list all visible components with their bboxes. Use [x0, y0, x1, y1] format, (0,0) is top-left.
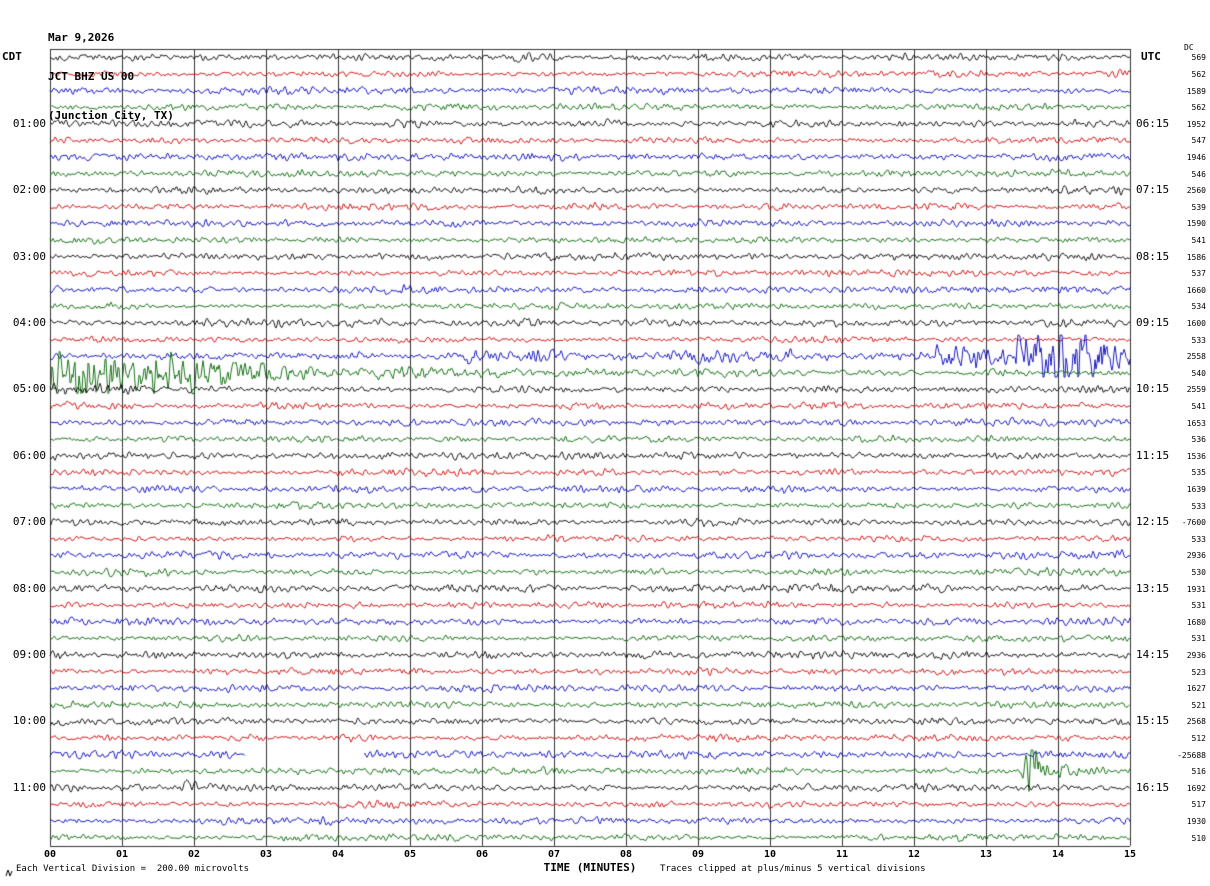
- x-tick-label: 08: [614, 849, 638, 861]
- cdt-time-label: 08:00: [0, 581, 46, 597]
- dc-offset-value: 516: [1158, 767, 1206, 776]
- dc-offset-value: 521: [1158, 701, 1206, 710]
- dc-offset-value: 562: [1158, 70, 1206, 79]
- cdt-time-label: 03:00: [0, 249, 46, 265]
- seismogram-canvas: [0, 0, 1210, 886]
- x-tick-label: 11: [830, 849, 854, 861]
- clip-note: Traces clipped at plus/minus 5 vertical …: [660, 864, 926, 874]
- dc-offset-value: 2936: [1158, 551, 1206, 560]
- cdt-time-label: 04:00: [0, 315, 46, 331]
- dc-offset-value: 1590: [1158, 219, 1206, 228]
- dc-offset-value: 517: [1158, 800, 1206, 809]
- dc-offset-value: 1589: [1158, 87, 1206, 96]
- dc-offset-value: 523: [1158, 668, 1206, 677]
- dc-offset-value: 535: [1158, 468, 1206, 477]
- cdt-time-label: 10:00: [0, 713, 46, 729]
- scale-note: Each Vertical Division = 200.00 microvol…: [16, 864, 249, 874]
- dc-offset-value: 1660: [1158, 286, 1206, 295]
- x-tick-label: 01: [110, 849, 134, 861]
- cdt-time-label: 07:00: [0, 514, 46, 530]
- cdt-time-label: 11:00: [0, 780, 46, 796]
- title-location: (Junction City, TX): [48, 109, 174, 122]
- dc-column-header: DC: [1184, 43, 1194, 52]
- dc-offset-value: 541: [1158, 236, 1206, 245]
- dc-offset-value: 510: [1158, 834, 1206, 843]
- dc-offset-value: 512: [1158, 734, 1206, 743]
- title-block: Mar 9,2026 JCT BHZ US 00 (Junction City,…: [48, 5, 174, 148]
- dc-offset-value: 1639: [1158, 485, 1206, 494]
- dc-offset-value: 1931: [1158, 585, 1206, 594]
- dc-offset-value: 537: [1158, 269, 1206, 278]
- dc-offset-value: 530: [1158, 568, 1206, 577]
- dc-offset-value: 1600: [1158, 319, 1206, 328]
- dc-offset-value: 541: [1158, 402, 1206, 411]
- dc-offset-value: 2558: [1158, 352, 1206, 361]
- dc-offset-value: 1627: [1158, 684, 1206, 693]
- dc-offset-value: 531: [1158, 634, 1206, 643]
- dc-offset-value: 569: [1158, 53, 1206, 62]
- dc-offset-value: 562: [1158, 103, 1206, 112]
- x-tick-label: 09: [686, 849, 710, 861]
- dc-offset-value: 533: [1158, 535, 1206, 544]
- dc-offset-value: 2560: [1158, 186, 1206, 195]
- heliplot-page: Mar 9,2026 JCT BHZ US 00 (Junction City,…: [0, 0, 1210, 886]
- x-tick-label: 03: [254, 849, 278, 861]
- x-tick-label: 10: [758, 849, 782, 861]
- dc-offset-value: 1653: [1158, 419, 1206, 428]
- dc-offset-value: 1952: [1158, 120, 1206, 129]
- x-tick-label: 15: [1118, 849, 1142, 861]
- title-date: Mar 9,2026: [48, 31, 174, 44]
- dc-offset-value: 1692: [1158, 784, 1206, 793]
- dc-offset-value: -25688: [1158, 751, 1206, 760]
- x-axis-title: TIME (MINUTES): [520, 861, 660, 874]
- dc-offset-value: 1536: [1158, 452, 1206, 461]
- x-tick-label: 05: [398, 849, 422, 861]
- x-tick-label: 04: [326, 849, 350, 861]
- dc-offset-value: 1586: [1158, 253, 1206, 262]
- x-tick-label: 00: [38, 849, 62, 861]
- dc-offset-value: 2936: [1158, 651, 1206, 660]
- x-tick-label: 12: [902, 849, 926, 861]
- dc-offset-value: 536: [1158, 435, 1206, 444]
- x-tick-label: 06: [470, 849, 494, 861]
- dc-offset-value: 533: [1158, 336, 1206, 345]
- dc-offset-value: 2559: [1158, 385, 1206, 394]
- cdt-time-label: 06:00: [0, 448, 46, 464]
- dc-offset-value: 1946: [1158, 153, 1206, 162]
- dc-offset-value: 534: [1158, 302, 1206, 311]
- dc-offset-value: 531: [1158, 601, 1206, 610]
- dc-offset-value: -7600: [1158, 518, 1206, 527]
- dc-offset-value: 547: [1158, 136, 1206, 145]
- x-tick-label: 07: [542, 849, 566, 861]
- x-tick-label: 14: [1046, 849, 1070, 861]
- dc-offset-value: 2568: [1158, 717, 1206, 726]
- dc-offset-value: 539: [1158, 203, 1206, 212]
- dc-offset-value: 1930: [1158, 817, 1206, 826]
- dc-offset-value: 546: [1158, 170, 1206, 179]
- cdt-time-label: 09:00: [0, 647, 46, 663]
- cdt-axis-header: CDT: [2, 49, 22, 65]
- dc-offset-value: 1680: [1158, 618, 1206, 627]
- dc-offset-value: 540: [1158, 369, 1206, 378]
- cdt-time-label: 05:00: [0, 381, 46, 397]
- x-tick-label: 02: [182, 849, 206, 861]
- title-station: JCT BHZ US 00: [48, 70, 174, 83]
- cdt-time-label: 02:00: [0, 182, 46, 198]
- x-tick-label: 13: [974, 849, 998, 861]
- cdt-time-label: 01:00: [0, 116, 46, 132]
- dc-offset-value: 533: [1158, 502, 1206, 511]
